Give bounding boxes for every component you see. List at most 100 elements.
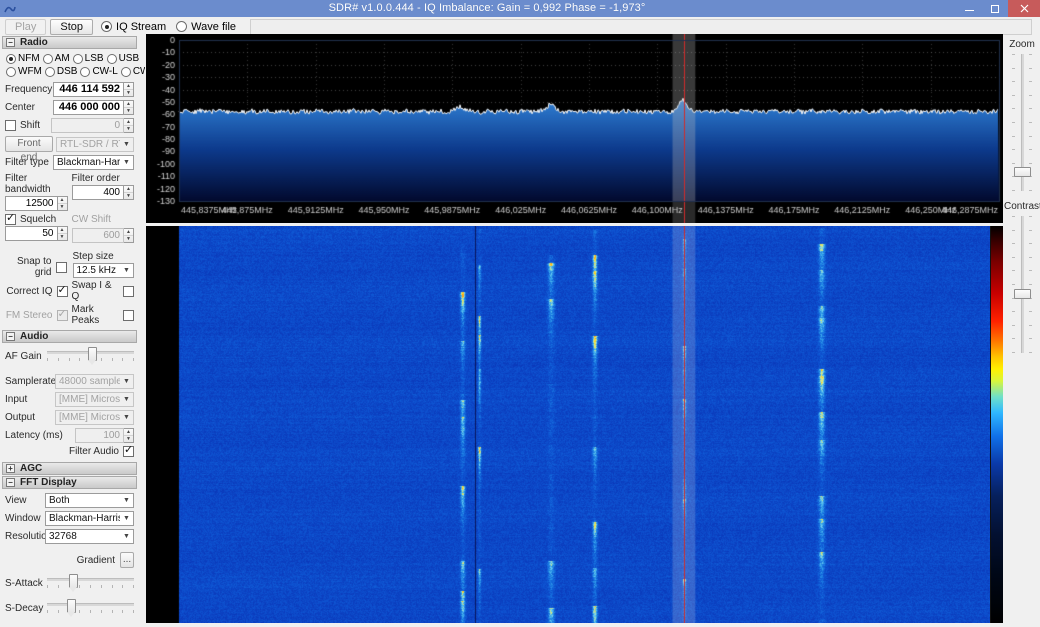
squelch-input[interactable]: 50 — [5, 226, 58, 241]
input-combo[interactable]: [MME] Microsoft Sound ▼ — [55, 392, 134, 407]
output-combo[interactable]: [MME] Microsoft Sound ▼ — [55, 410, 134, 425]
step-size-value: 12.5 kHz — [77, 265, 121, 276]
source-radio-wave-file[interactable]: Wave file — [176, 21, 236, 33]
filter-order-label: Filter order — [72, 173, 135, 184]
swap-iq-checkbox[interactable] — [123, 286, 134, 297]
s-decay-thumb[interactable] — [67, 599, 76, 613]
filter-audio-checkbox[interactable] — [123, 446, 134, 457]
filter-type-value: Blackman-Harris — [57, 157, 120, 168]
cw-shift-stepper[interactable]: ▲▼ — [124, 228, 134, 243]
squelch-checkbox[interactable] — [5, 214, 16, 225]
panel-radio-header[interactable]: − Radio — [2, 36, 137, 49]
samplerate-label: Samplerate — [5, 376, 55, 387]
gradient-button[interactable]: ... — [120, 552, 134, 568]
mode-nfm[interactable]: NFM — [6, 53, 40, 64]
minimize-icon[interactable] — [956, 0, 982, 17]
window-row: Window Blackman-Harris ▼ — [5, 511, 134, 526]
s-attack-thumb[interactable] — [69, 574, 78, 588]
s-decay-slider[interactable] — [47, 599, 134, 617]
samplerate-value: 48000 sample/sec — [59, 376, 120, 387]
af-gain-slider[interactable] — [47, 347, 134, 365]
mode-cwl[interactable]: CW-L — [80, 66, 117, 77]
spectrum-canvas[interactable] — [146, 34, 1003, 223]
samplerate-row: Samplerate 48000 sample/sec ▼ — [5, 374, 134, 389]
snap-to-grid-checkbox[interactable] — [56, 262, 67, 273]
front-end-combo[interactable]: RTL-SDR / RTL2832U ▼ — [56, 137, 134, 152]
samplerate-combo[interactable]: 48000 sample/sec ▼ — [55, 374, 134, 389]
cw-shift-input[interactable]: 600 — [72, 228, 125, 243]
center-input[interactable]: 446 000 000 — [53, 100, 124, 115]
view-combo[interactable]: Both ▼ — [45, 493, 134, 508]
window-value: Blackman-Harris — [49, 513, 120, 524]
shift-input[interactable]: 0 — [51, 118, 124, 133]
latency-stepper[interactable]: ▲▼ — [124, 428, 134, 443]
radio-indicator-lsb — [73, 54, 83, 64]
maximize-icon[interactable] — [982, 0, 1008, 17]
step-size-combo[interactable]: 12.5 kHz ▼ — [73, 263, 135, 278]
af-gain-thumb[interactable] — [88, 347, 97, 361]
collapse-icon-fft-display[interactable]: − — [6, 478, 15, 487]
zoom-slider[interactable] — [1004, 50, 1040, 195]
mode-dsb[interactable]: DSB — [45, 66, 78, 77]
spectrum-analyzer[interactable] — [146, 34, 1003, 223]
collapse-icon-radio[interactable]: − — [6, 38, 15, 47]
mark-peaks-checkbox[interactable] — [123, 310, 134, 321]
source-radio-iq-stream[interactable]: IQ Stream — [101, 21, 166, 33]
correct-iq-checkbox[interactable] — [57, 286, 68, 297]
center-row: Center 446 000 000 ▲▼ — [5, 100, 134, 115]
waterfall-colorbar — [990, 226, 1003, 623]
mode-usb[interactable]: USB — [107, 53, 140, 64]
shift-checkbox[interactable] — [5, 120, 16, 131]
step-size-group: Step size 12.5 kHz ▼ — [73, 251, 135, 278]
play-button[interactable]: Play — [5, 19, 46, 35]
collapse-icon-audio[interactable]: − — [6, 332, 15, 341]
gradient-row: Gradient ... — [5, 552, 134, 568]
filter-order-input[interactable]: 400 — [72, 185, 125, 200]
front-end-button[interactable]: Front end — [5, 136, 53, 152]
s-decay-row: S-Decay — [5, 599, 134, 617]
frequency-input[interactable]: 446 114 592 — [53, 82, 124, 97]
mode-lsb[interactable]: LSB — [73, 53, 104, 64]
expand-icon-agc[interactable]: + — [6, 464, 15, 473]
squelch-stepper[interactable]: ▲▼ — [58, 226, 68, 241]
waterfall-display[interactable] — [146, 226, 1003, 623]
mode-row-2: WFM DSB CW-L CW-U — [5, 66, 134, 77]
mode-cwu[interactable]: CW-U — [121, 66, 145, 77]
snap-to-grid-group: Snap to grid — [5, 246, 69, 278]
frequency-row: Frequency 446 114 592 ▲▼ — [5, 82, 134, 97]
panel-radio-title: Radio — [20, 37, 48, 48]
mode-am[interactable]: AM — [43, 53, 70, 64]
latency-input[interactable]: 100 — [75, 428, 124, 443]
stop-button[interactable]: Stop — [50, 19, 93, 35]
frequency-stepper[interactable]: ▲▼ — [124, 82, 134, 97]
mode-nfm-label: NFM — [18, 53, 40, 64]
frequency-label: Frequency — [5, 84, 53, 95]
filter-type-combo[interactable]: Blackman-Harris ▼ — [53, 155, 134, 170]
shift-stepper[interactable]: ▲▼ — [124, 118, 134, 133]
mode-am-label: AM — [55, 53, 70, 64]
panel-agc-header[interactable]: + AGC — [2, 462, 137, 475]
center-stepper[interactable]: ▲▼ — [124, 100, 134, 115]
panel-agc: + AGC — [2, 462, 137, 475]
filter-order-stepper[interactable]: ▲▼ — [124, 185, 134, 200]
s-attack-slider[interactable] — [47, 574, 134, 592]
panel-fft-display-header[interactable]: − FFT Display — [2, 476, 137, 489]
close-icon[interactable] — [1008, 0, 1040, 17]
filter-bandwidth-input[interactable]: 12500 — [5, 196, 58, 211]
waterfall-canvas[interactable] — [146, 226, 1003, 623]
window-label: Window — [5, 513, 45, 524]
front-end-row: Front end RTL-SDR / RTL2832U ▼ — [5, 136, 134, 152]
zoom-thumb[interactable] — [1014, 167, 1031, 177]
fm-stereo-checkbox[interactable] — [57, 310, 68, 321]
output-label: Output — [5, 412, 55, 423]
resolution-combo[interactable]: 32768 ▼ — [45, 529, 134, 544]
window-combo[interactable]: Blackman-Harris ▼ — [45, 511, 134, 526]
view-row: View Both ▼ — [5, 493, 134, 508]
contrast-slider[interactable] — [1004, 212, 1040, 357]
contrast-thumb[interactable] — [1014, 289, 1031, 299]
wave-file-path-input[interactable] — [250, 19, 1032, 35]
mode-wfm[interactable]: WFM — [6, 66, 42, 77]
filter-bandwidth-label: Filter bandwidth — [5, 173, 68, 195]
filter-bandwidth-stepper[interactable]: ▲▼ — [58, 196, 68, 211]
panel-audio-header[interactable]: − Audio — [2, 330, 137, 343]
